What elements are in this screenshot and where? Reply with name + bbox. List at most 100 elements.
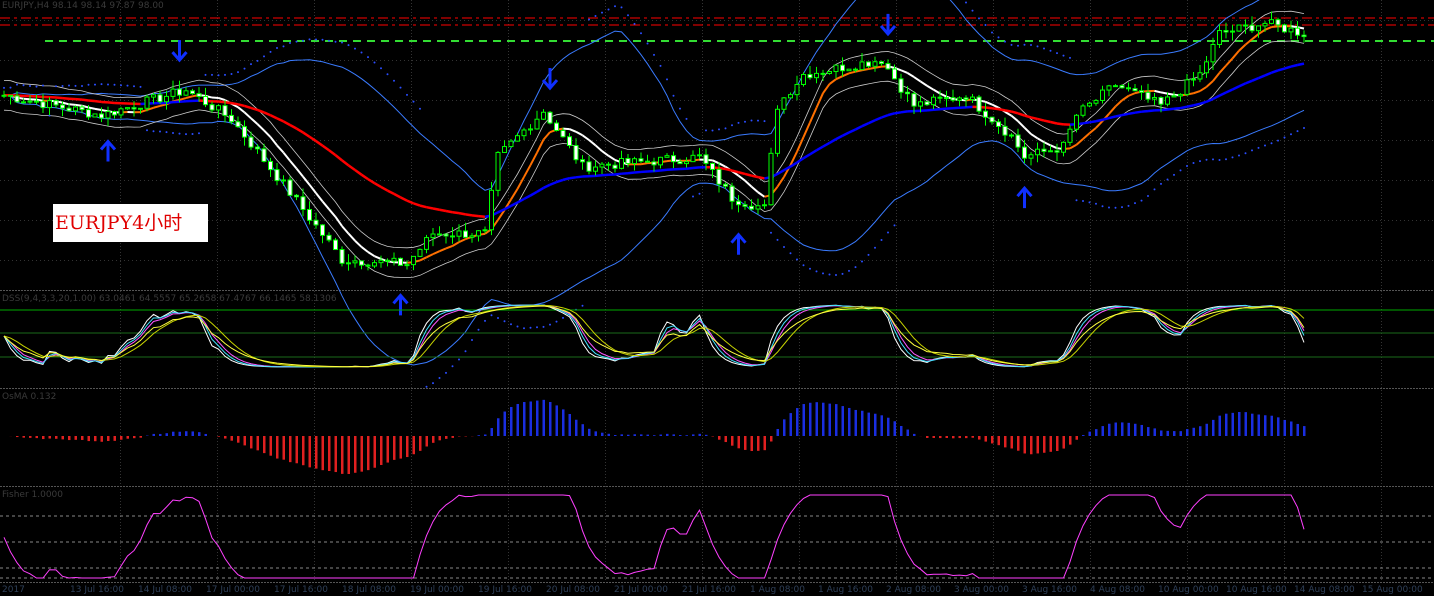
grid-dot — [1284, 339, 1285, 340]
grid-dot — [164, 60, 165, 61]
grid-dot — [228, 60, 229, 61]
grid-dot — [605, 249, 606, 250]
grid-dot — [1284, 126, 1285, 127]
grid-dot — [1187, 117, 1188, 118]
grid-dot — [993, 468, 994, 469]
grid-dot — [217, 369, 218, 370]
grid-dot — [264, 20, 265, 21]
grid-dot — [605, 417, 606, 418]
grid-dot — [1187, 537, 1188, 538]
grid-dot — [320, 220, 321, 221]
grid-dot — [416, 100, 417, 101]
grid-dot — [1187, 72, 1188, 73]
grid-dot — [840, 100, 841, 101]
grid-dot — [808, 100, 809, 101]
grid-dot — [1284, 207, 1285, 208]
grid-dot — [120, 90, 121, 91]
grid-dot — [552, 100, 553, 101]
grid-dot — [605, 87, 606, 88]
grid-dot — [488, 60, 489, 61]
grid-dot — [1284, 297, 1285, 298]
grid-dot — [411, 375, 412, 376]
grid-dot — [799, 456, 800, 457]
grid-dot — [314, 513, 315, 514]
grid-dot — [764, 20, 765, 21]
grid-dot — [314, 372, 315, 373]
grid-dot — [1380, 220, 1381, 221]
grid-dot — [120, 156, 121, 157]
grid-dot — [1284, 210, 1285, 211]
grid-dot — [508, 576, 509, 577]
grid-dot — [1284, 156, 1285, 157]
grid-dot — [605, 549, 606, 550]
grid-dot — [900, 180, 901, 181]
grid-dot — [411, 435, 412, 436]
grid-dot — [488, 220, 489, 221]
grid-dot — [896, 192, 897, 193]
grid-dot — [1187, 267, 1188, 268]
grid-dot — [1381, 291, 1382, 292]
grid-dot — [1100, 140, 1101, 141]
grid-dot — [1090, 411, 1091, 412]
grid-dot — [508, 297, 509, 298]
grid-dot — [1090, 303, 1091, 304]
grid-dot — [632, 140, 633, 141]
grid-dot — [292, 140, 293, 141]
grid-dot — [684, 180, 685, 181]
grid-dot — [120, 552, 121, 553]
grid-dot — [1240, 220, 1241, 221]
grid-dot — [516, 60, 517, 61]
grid-dot — [272, 260, 273, 261]
grid-dot — [1320, 60, 1321, 61]
grid-dot — [1381, 213, 1382, 214]
grid-dot — [1381, 447, 1382, 448]
grid-dot — [1187, 549, 1188, 550]
grid-dot — [1372, 20, 1373, 21]
grid-dot — [672, 180, 673, 181]
grid-dot — [1381, 387, 1382, 388]
grid-dot — [1381, 570, 1382, 571]
grid-dot — [860, 60, 861, 61]
grid-dot — [411, 381, 412, 382]
grid-dot — [702, 210, 703, 211]
grid-dot — [1381, 138, 1382, 139]
grid-dot — [508, 276, 509, 277]
grid-dot — [1252, 140, 1253, 141]
grid-dot — [1316, 180, 1317, 181]
grid-dot — [1284, 414, 1285, 415]
grid-dot — [1187, 438, 1188, 439]
grid-dot — [996, 180, 997, 181]
grid-dot — [1036, 220, 1037, 221]
grid-dot — [612, 60, 613, 61]
grid-dot — [411, 33, 412, 34]
grid-dot — [120, 540, 121, 541]
grid-dot — [993, 222, 994, 223]
grid-dot — [217, 15, 218, 16]
grid-dot — [120, 69, 121, 70]
grid-dot — [1284, 147, 1285, 148]
grid-dot — [1187, 129, 1188, 130]
grid-dot — [314, 84, 315, 85]
grid-dot — [799, 201, 800, 202]
grid-dot — [993, 447, 994, 448]
grid-dot — [1381, 165, 1382, 166]
grid-dot — [424, 220, 425, 221]
grid-dot — [564, 60, 565, 61]
grid-dot — [760, 220, 761, 221]
grid-dot — [244, 260, 245, 261]
grid-dot — [1072, 20, 1073, 21]
grid-dot — [776, 20, 777, 21]
grid-dot — [1381, 549, 1382, 550]
grid-dot — [68, 100, 69, 101]
grid-dot — [440, 180, 441, 181]
grid-dot — [664, 20, 665, 21]
grid-dot — [1187, 471, 1188, 472]
grid-dot — [204, 180, 205, 181]
grid-dot — [284, 140, 285, 141]
grid-dot — [1090, 252, 1091, 253]
grid-dot — [616, 20, 617, 21]
grid-dot — [120, 66, 121, 67]
grid-dot — [1284, 9, 1285, 10]
grid-dot — [804, 180, 805, 181]
grid-dot — [605, 366, 606, 367]
